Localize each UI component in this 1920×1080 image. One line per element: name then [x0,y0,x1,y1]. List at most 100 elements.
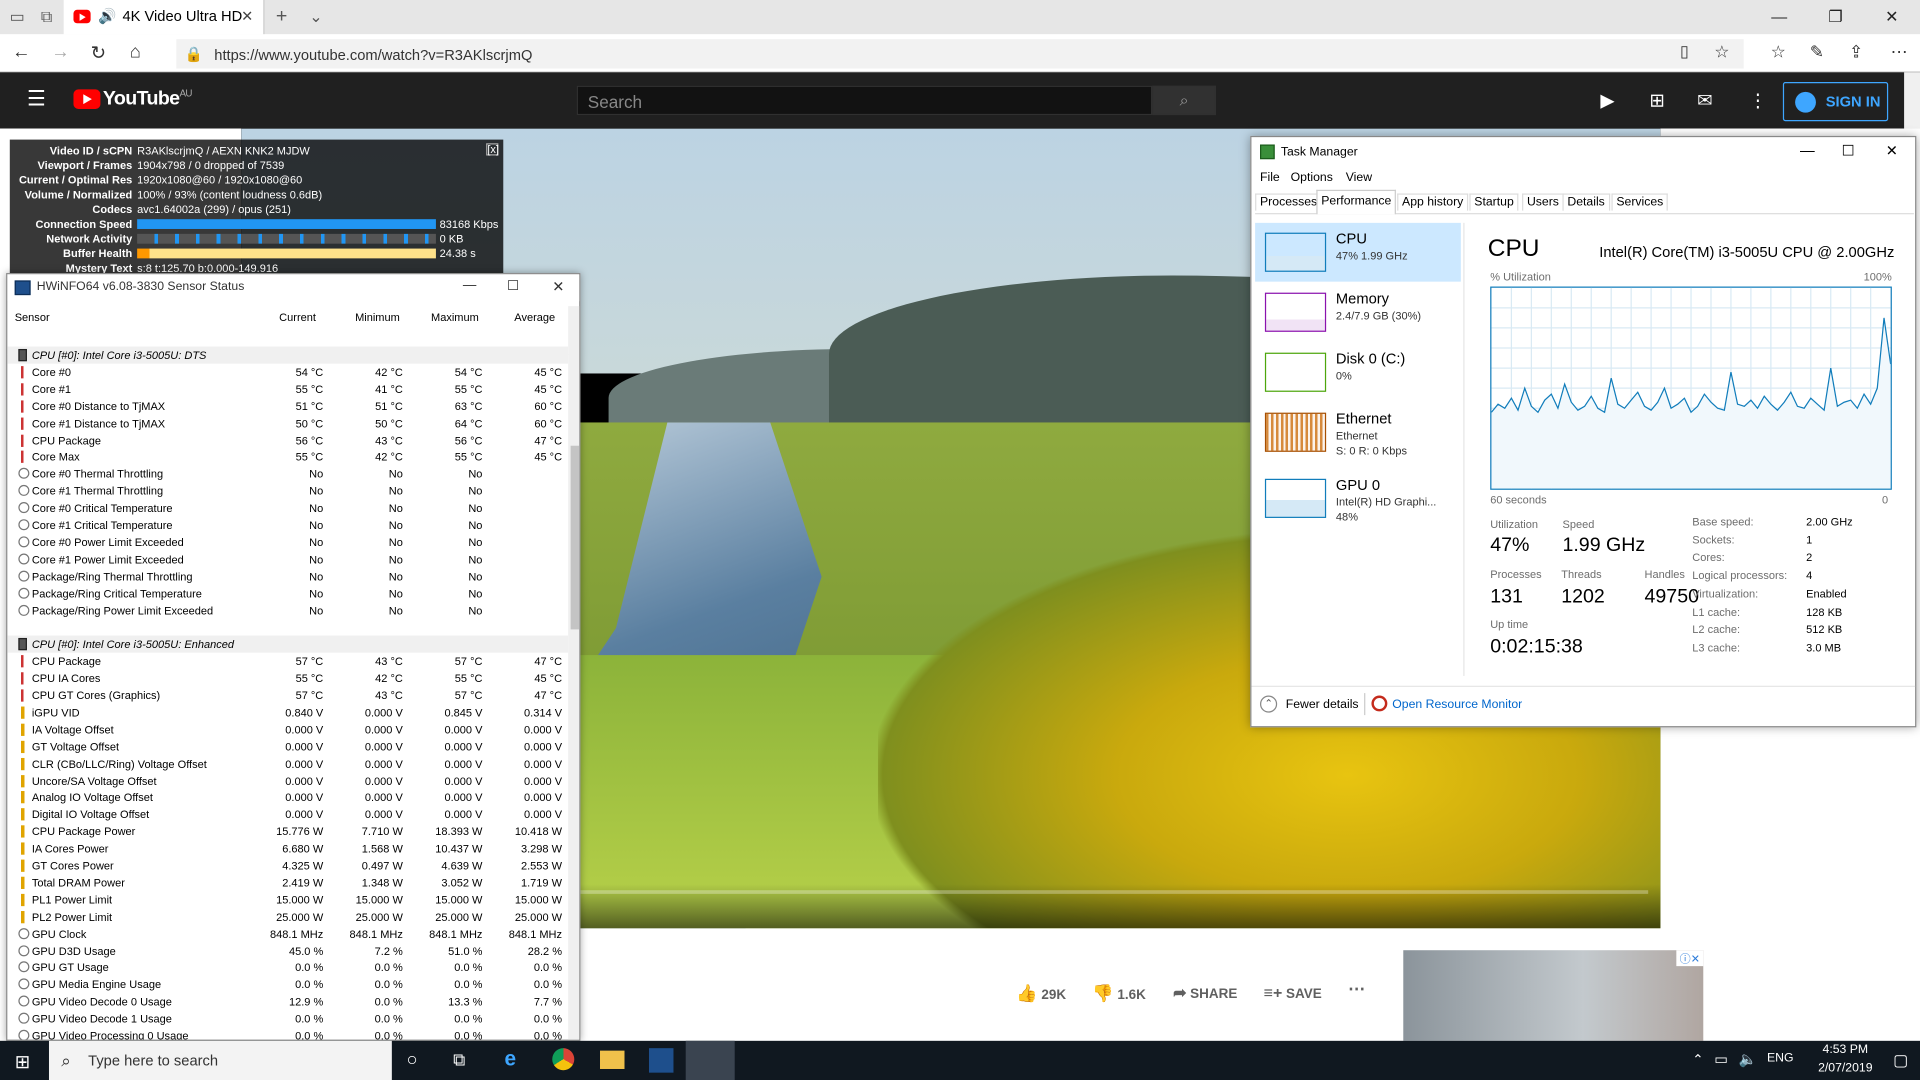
share-icon[interactable]: ⇪ [1849,42,1863,63]
sensor-row[interactable]: CPU IA Cores 55 °C 42 °C 55 °C 45 °C [7,670,568,687]
sensor-row[interactable]: Analog IO Voltage Offset 0.000 V 0.000 V 0.… [7,789,568,806]
sensor-row[interactable]: Total DRAM Power 2.419 W 1.348 W 3.052 W 1.7… [7,874,568,891]
sensor-row[interactable]: Uncore/SA Voltage Offset 0.000 V 0.000 V 0.… [7,772,568,789]
sensor-row[interactable]: Core #1 55 °C 41 °C 55 °C 45 °C [7,381,568,398]
forward-icon[interactable]: → [51,42,69,63]
clock-time[interactable]: 4:53 PM [1807,1043,1883,1056]
sensor-row[interactable]: Core #1 Thermal Throttling No No No [7,483,568,500]
sign-in-button[interactable]: SIGN IN [1782,82,1889,122]
file-explorer-icon[interactable] [600,1050,625,1069]
sensor-row[interactable]: IA Voltage Offset 0.000 V 0.000 V 0.000 V 0.… [7,721,568,738]
settings-more-icon[interactable]: ⋮ [1749,89,1767,112]
open-resource-monitor-link[interactable]: Open Resource Monitor [1392,698,1522,711]
save-button[interactable]: ≡+ SAVE [1264,983,1322,1001]
ad-close-icon[interactable]: ⓘ✕ [1676,950,1704,967]
sensor-row[interactable]: GPU D3D Usage 45.0 % 7.2 % 51.0 % 28.2 % [7,942,568,959]
like-button[interactable]: 👍 29K [1016,983,1066,1004]
fewer-details-link[interactable]: Fewer details [1286,698,1359,711]
network-icon[interactable]: ▭ [1714,1051,1728,1068]
sensor-row[interactable]: CPU Package 57 °C 43 °C 57 °C 47 °C [7,653,568,670]
volume-icon[interactable]: 🔈 [1739,1051,1757,1068]
reading-view-icon[interactable]: ▯ [1680,42,1689,62]
minimize-icon[interactable]: — [463,278,476,293]
sensor-row[interactable]: Core #1 Power Limit Exceeded No No No [7,551,568,568]
sensor-row[interactable]: iGPU VID 0.840 V 0.000 V 0.845 V 0.314 V [7,704,568,721]
clock-date[interactable]: 2/07/2019 [1807,1062,1883,1075]
share-button[interactable]: ➦ SHARE [1173,983,1237,1003]
sensor-row[interactable]: CPU Package Power 15.776 W 7.710 W 18.393 W… [7,823,568,840]
sensor-row[interactable]: Core #0 Critical Temperature No No No [7,500,568,517]
search-input[interactable]: Search [576,85,1153,116]
sensor-row[interactable]: GPU GT Usage 0.0 % 0.0 % 0.0 % 0.0 % [7,959,568,976]
sensor-row[interactable]: Core #0 Thermal Throttling No No No [7,466,568,483]
sensor-row[interactable]: CPU GT Cores (Graphics) 57 °C 43 °C 57 °C 47… [7,687,568,704]
hwinfo-scroll-thumb[interactable] [570,445,580,630]
sensor-row[interactable]: Package/Ring Power Limit Exceeded No No No [7,602,568,619]
youtube-logo-icon[interactable] [73,89,101,109]
hwinfo-taskbar-icon[interactable] [648,1048,674,1073]
hidden-icons-chevron-icon[interactable]: ⌃ [1692,1052,1703,1068]
taskbar-search-box[interactable]: ⌕ Type here to search [48,1040,392,1080]
sensor-row[interactable]: PL1 Power Limit 15.000 W 15.000 W 15.000 W 1… [7,891,568,908]
sensor-row[interactable]: Core Max 55 °C 42 °C 55 °C 45 °C [7,449,568,466]
sensor-row[interactable]: CLR (CBo/LLC/Ring) Voltage Offset 0.000 V… [7,755,568,772]
browser-tab[interactable]: 🔊 4K Video Ultra HD ✕ [63,0,265,35]
youtube-wordmark[interactable]: YouTubeAU [103,88,193,110]
create-video-icon[interactable]: ▶ [1600,89,1614,112]
favorites-hub-icon[interactable]: ☆ [1771,42,1786,63]
sidebar-item-gpu[interactable]: GPU 0 Intel(R) HD Graphi... 48% [1255,469,1461,528]
more-icon[interactable]: ⋯ [1891,42,1908,63]
language-indicator[interactable]: ENG [1767,1052,1794,1065]
restore-icon[interactable]: ❐ [1807,0,1863,34]
tab-processes[interactable]: Processes [1255,193,1323,211]
hwinfo-titlebar[interactable]: HWiNFO64 v6.08-3830 Sensor Status — ☐ ✕ [7,274,580,302]
refresh-icon[interactable]: ↻ [91,42,106,64]
minimize-icon[interactable]: — [1800,142,1815,159]
sensor-group-header[interactable]: CPU [#0]: Intel Core i3-5005U: Enhanced [7,635,569,654]
menu-file[interactable]: File [1260,171,1280,184]
new-tab-icon[interactable]: + [272,7,292,27]
action-center-icon[interactable]: ▢ [1893,1051,1908,1071]
column-header[interactable]: Average [514,311,555,323]
column-header[interactable]: Minimum [355,311,400,323]
sensor-row[interactable]: PL2 Power Limit 25.000 W 25.000 W 25.000 W 2… [7,908,568,925]
tab-app-history[interactable]: App history [1397,193,1469,211]
maximize-icon[interactable]: ☐ [1842,142,1855,159]
tab-details[interactable]: Details [1562,193,1610,211]
fewer-details-chevron-icon[interactable]: ⌃ [1260,695,1278,713]
sidebar-item-memory[interactable]: Memory 2.4/7.9 GB (30%) [1255,283,1461,342]
sidebar-item-cpu[interactable]: CPU 47% 1.99 GHz [1255,222,1461,282]
home-icon[interactable]: ⌂ [130,42,141,63]
page-scrollbar[interactable] [1904,72,1920,129]
sensor-row[interactable]: Core #1 Distance to TjMAX 50 °C 50 °C 64 °C… [7,415,568,432]
ad-banner[interactable]: ⓘ✕ [1403,950,1704,1041]
sensor-row[interactable]: GT Cores Power 4.325 W 0.497 W 4.639 W 2.553… [7,857,568,874]
sidebar-item-ethernet[interactable]: Ethernet Ethernet S: 0 R: 0 Kbps [1255,403,1461,462]
pen-icon[interactable]: ✎ [1810,42,1824,63]
sensor-row[interactable]: Core #1 Critical Temperature No No No [7,517,568,534]
sensor-row[interactable]: GPU Clock 848.1 MHz 848.1 MHz 848.1 MHz 848.… [7,925,568,942]
tab-preview-icon[interactable]: ⧉ [37,7,57,27]
hwinfo-scrollbar[interactable] [568,306,580,1040]
sensor-row[interactable]: Package/Ring Critical Temperature No No No [7,585,568,602]
sensor-row[interactable]: Core #0 Distance to TjMAX 51 °C 51 °C 63 °C… [7,398,568,415]
sensor-row[interactable]: Package/Ring Thermal Throttling No No No [7,568,568,585]
url-field[interactable]: 🔒 https://www.youtube.com/watch?v=R3AKls… [176,39,1744,69]
menu-view[interactable]: View [1346,171,1372,184]
sensor-row[interactable]: GPU Video Decode 0 Usage 12.9 % 0.0 % 13.3 … [7,993,568,1010]
sensor-row[interactable]: Core #0 Power Limit Exceeded No No No [7,534,568,551]
windows-start-icon[interactable]: ⊞ [15,1051,30,1073]
edge-browser-icon[interactable]: e [504,1047,516,1071]
task-view-icon[interactable]: ⧉ [453,1049,465,1070]
speaker-icon[interactable]: 🔊 [98,7,116,24]
maximize-icon[interactable]: ☐ [507,278,519,294]
tab-services[interactable]: Services [1611,193,1669,211]
dislike-button[interactable]: 👎 1.6K [1092,983,1146,1004]
sidebar-item-disk[interactable]: Disk 0 (C:) 0% [1255,343,1461,402]
sensor-group-header[interactable]: CPU [#0]: Intel Core i3-5005U: DTS [7,346,569,364]
close-icon[interactable]: ✕ [1864,0,1920,34]
menu-options[interactable]: Options [1291,171,1333,184]
tab-startup[interactable]: Startup [1469,193,1519,211]
tab-users[interactable]: Users [1522,193,1564,211]
tab-performance[interactable]: Performance [1316,189,1397,215]
